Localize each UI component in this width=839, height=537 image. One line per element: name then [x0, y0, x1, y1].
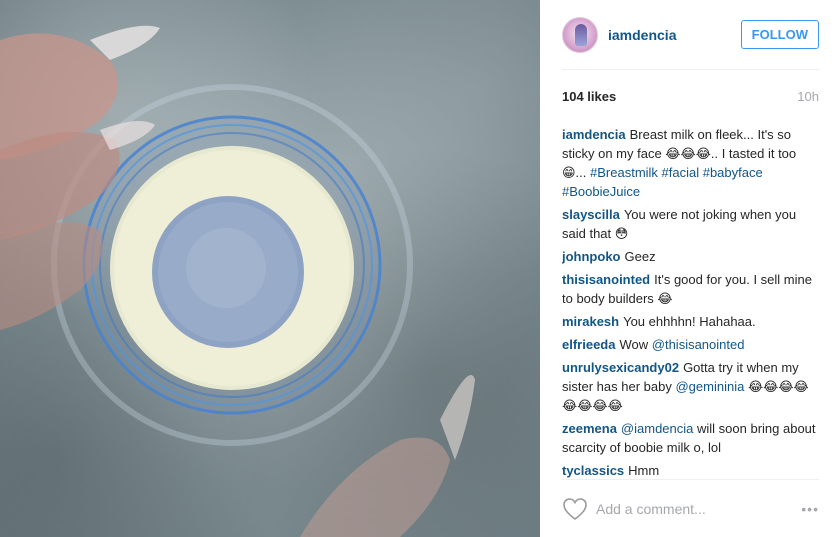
post-footer: Add a comment... ••• — [562, 479, 819, 537]
comment-mention[interactable]: @iamdencia — [621, 421, 693, 436]
likes-count[interactable]: 104 likes — [562, 89, 616, 104]
comment-username[interactable]: mirakesh — [562, 314, 619, 329]
comment-item: thisisanointed It's good for you. I sell … — [562, 270, 819, 308]
comment-item: tyclassics Hmm — [562, 461, 819, 479]
post-username[interactable]: iamdencia — [608, 27, 741, 43]
comment-username[interactable]: unrulysexicandy02 — [562, 360, 679, 375]
comment-username[interactable]: thisisanointed — [562, 272, 650, 287]
comment-username[interactable]: johnpoko — [562, 249, 621, 264]
instagram-post: iamdencia FOLLOW 104 likes 10h iamdencia… — [0, 0, 839, 537]
post-sidebar: iamdencia FOLLOW 104 likes 10h iamdencia… — [540, 0, 839, 537]
post-photo[interactable] — [0, 0, 540, 537]
post-meta: 104 likes 10h — [562, 70, 819, 113]
caption-username[interactable]: iamdencia — [562, 127, 626, 142]
post-header: iamdencia FOLLOW — [562, 0, 819, 70]
comment-mention[interactable]: @gemininia — [675, 379, 744, 394]
heart-icon[interactable] — [562, 497, 588, 521]
comment-username[interactable]: tyclassics — [562, 463, 624, 478]
avatar[interactable] — [562, 16, 598, 53]
photo-illustration — [0, 25, 475, 537]
follow-button[interactable]: FOLLOW — [740, 20, 819, 49]
caption: iamdencia Breast milk on fleek... It's so… — [562, 125, 819, 201]
comment-item: slayscilla You were not joking when you s… — [562, 205, 819, 243]
caption-hashtags[interactable]: #Breastmilk #facial #babyface #BoobieJui… — [562, 165, 763, 199]
comment-text: Hmm — [628, 463, 660, 478]
comment-item: unrulysexicandy02 Gotta try it when my si… — [562, 358, 819, 415]
comment-text: Wow — [619, 337, 649, 352]
post-time[interactable]: 10h — [797, 89, 819, 104]
comment-text: Geez — [624, 249, 656, 264]
add-comment-input[interactable]: Add a comment... — [596, 501, 801, 517]
comment-item: zeemena @iamdencia will soon bring about … — [562, 419, 819, 457]
comment-mention[interactable]: @thisisanointed — [652, 337, 745, 352]
comment-username[interactable]: elfrieeda — [562, 337, 615, 352]
comments-list: iamdencia Breast milk on fleek... It's so… — [562, 113, 819, 479]
more-options-icon[interactable]: ••• — [801, 501, 819, 517]
comment-item: mirakesh You ehhhhn! Hahahaa. — [562, 312, 819, 331]
comment-username[interactable]: slayscilla — [562, 207, 620, 222]
comment-text: You ehhhhn! Hahahaa. — [623, 314, 756, 329]
comment-username[interactable]: zeemena — [562, 421, 617, 436]
comment-item: johnpoko Geez — [562, 247, 819, 266]
comment-item: elfrieeda Wow @thisisanointed — [562, 335, 819, 354]
